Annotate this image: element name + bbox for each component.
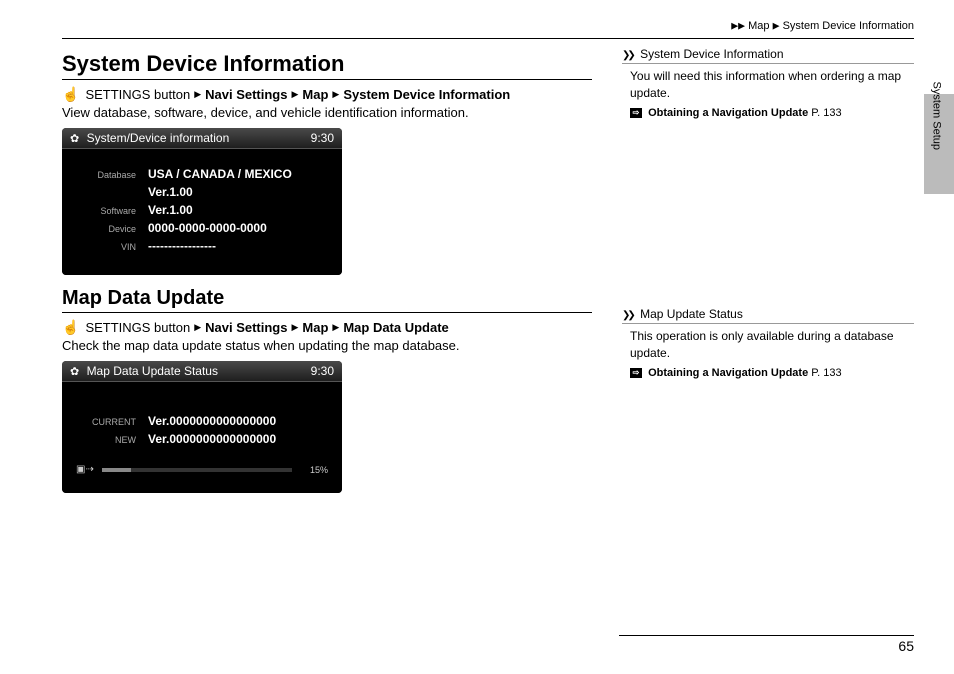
section-heading-1: System Device Information: [62, 51, 592, 80]
info-value: Ver.1.00: [148, 185, 193, 199]
side-note-body: You will need this information when orde…: [630, 68, 914, 102]
screen-titlebar: ✿ Map Data Update Status 9:30: [62, 361, 342, 382]
device-screenshot-1: ✿ System/Device information 9:30 Databas…: [62, 128, 342, 275]
info-row: VIN -----------------: [76, 239, 328, 253]
info-value: Ver.0000000000000000: [148, 432, 276, 446]
side-note-heading: ❯❯ System Device Information: [622, 47, 914, 64]
triangle-icon: ▶: [773, 21, 780, 31]
disc-icon: ▣⇢: [76, 464, 96, 475]
side-note-title: System Device Information: [640, 47, 783, 61]
info-value: USA / CANADA / MEXICO: [148, 167, 292, 181]
page-number: 65: [619, 635, 914, 654]
info-row: Software Ver.1.00: [76, 203, 328, 217]
gear-icon: ✿: [70, 133, 79, 145]
info-value: Ver.0000000000000000: [148, 414, 276, 428]
info-row: Ver.1.00: [76, 185, 328, 199]
side-note-2: ❯❯ Map Update Status This operation is o…: [622, 307, 914, 381]
side-note-heading: ❯❯ Map Update Status: [622, 307, 914, 324]
screen-title: Map Data Update Status: [87, 364, 218, 378]
section-desc-2: Check the map data update status when up…: [62, 338, 592, 353]
edge-tab-label: System Setup: [930, 82, 942, 150]
nav-path-1: ☝ SETTINGS button ▶ Navi Settings ▶ Map …: [62, 86, 592, 103]
info-row: Device 0000-0000-0000-0000: [76, 221, 328, 235]
reference-title: Obtaining a Navigation Update: [648, 367, 808, 379]
link-box-icon: ⇨: [630, 108, 642, 118]
info-row: CURRENT Ver.0000000000000000: [76, 414, 328, 428]
side-column: ❯❯ System Device Information You will ne…: [622, 47, 914, 503]
path-step: Map: [302, 87, 328, 102]
path-start: SETTINGS button: [85, 87, 190, 102]
main-column: System Device Information ☝ SETTINGS but…: [62, 47, 592, 503]
path-step: Map Data Update: [343, 320, 448, 335]
breadcrumb: ▶▶ Map ▶ System Device Information: [62, 20, 914, 39]
chevron-icon: ❯❯: [622, 50, 633, 61]
path-step: Navi Settings: [205, 87, 287, 102]
triangle-icon: ▶: [194, 89, 201, 100]
hand-icon: ☝: [62, 86, 79, 103]
info-label: Device: [76, 224, 148, 234]
triangle-icon: ▶: [332, 89, 339, 100]
link-box-icon: ⇨: [630, 368, 642, 378]
info-label: VIN: [76, 242, 148, 252]
triangle-icon: ▶▶: [731, 21, 745, 31]
screen-title: System/Device information: [87, 131, 230, 145]
progress-row: ▣⇢ 15%: [76, 464, 328, 475]
info-label: NEW: [76, 435, 148, 445]
path-step: Map: [302, 320, 328, 335]
section-desc-1: View database, software, device, and veh…: [62, 105, 592, 120]
screen-clock: 9:30: [311, 131, 334, 145]
nav-path-2: ☝ SETTINGS button ▶ Navi Settings ▶ Map …: [62, 319, 592, 336]
section-heading-2: Map Data Update: [62, 287, 592, 313]
triangle-icon: ▶: [291, 89, 298, 100]
triangle-icon: ▶: [291, 322, 298, 333]
reference-page: P. 133: [811, 107, 841, 119]
screen-titlebar: ✿ System/Device information 9:30: [62, 128, 342, 149]
info-row: Database USA / CANADA / MEXICO: [76, 167, 328, 181]
side-note-body: This operation is only available during …: [630, 328, 914, 362]
path-start: SETTINGS button: [85, 320, 190, 335]
progress-percent: 15%: [298, 465, 328, 475]
info-value: -----------------: [148, 239, 216, 253]
triangle-icon: ▶: [194, 322, 201, 333]
info-row: NEW Ver.0000000000000000: [76, 432, 328, 446]
reference-page: P. 133: [811, 367, 841, 379]
side-note-title: Map Update Status: [640, 307, 743, 321]
device-screenshot-2: ✿ Map Data Update Status 9:30 CURRENT Ve…: [62, 361, 342, 493]
reference-link: ⇨ Obtaining a Navigation Update P. 133: [630, 106, 914, 121]
reference-link: ⇨ Obtaining a Navigation Update P. 133: [630, 366, 914, 381]
progress-fill: [102, 468, 131, 472]
chevron-icon: ❯❯: [622, 310, 633, 321]
gear-icon: ✿: [70, 366, 79, 378]
info-label: Software: [76, 206, 148, 216]
breadcrumb-part-2: System Device Information: [783, 20, 914, 32]
reference-title: Obtaining a Navigation Update: [648, 107, 808, 119]
triangle-icon: ▶: [332, 322, 339, 333]
hand-icon: ☝: [62, 319, 79, 336]
info-label: CURRENT: [76, 417, 148, 427]
side-note-1: ❯❯ System Device Information You will ne…: [622, 47, 914, 121]
info-value: 0000-0000-0000-0000: [148, 221, 267, 235]
screen-clock: 9:30: [311, 364, 334, 378]
info-label: Database: [76, 170, 148, 180]
path-step: System Device Information: [343, 87, 510, 102]
breadcrumb-part-1: Map: [748, 20, 769, 32]
progress-bar: [102, 468, 292, 472]
path-step: Navi Settings: [205, 320, 287, 335]
info-value: Ver.1.00: [148, 203, 193, 217]
